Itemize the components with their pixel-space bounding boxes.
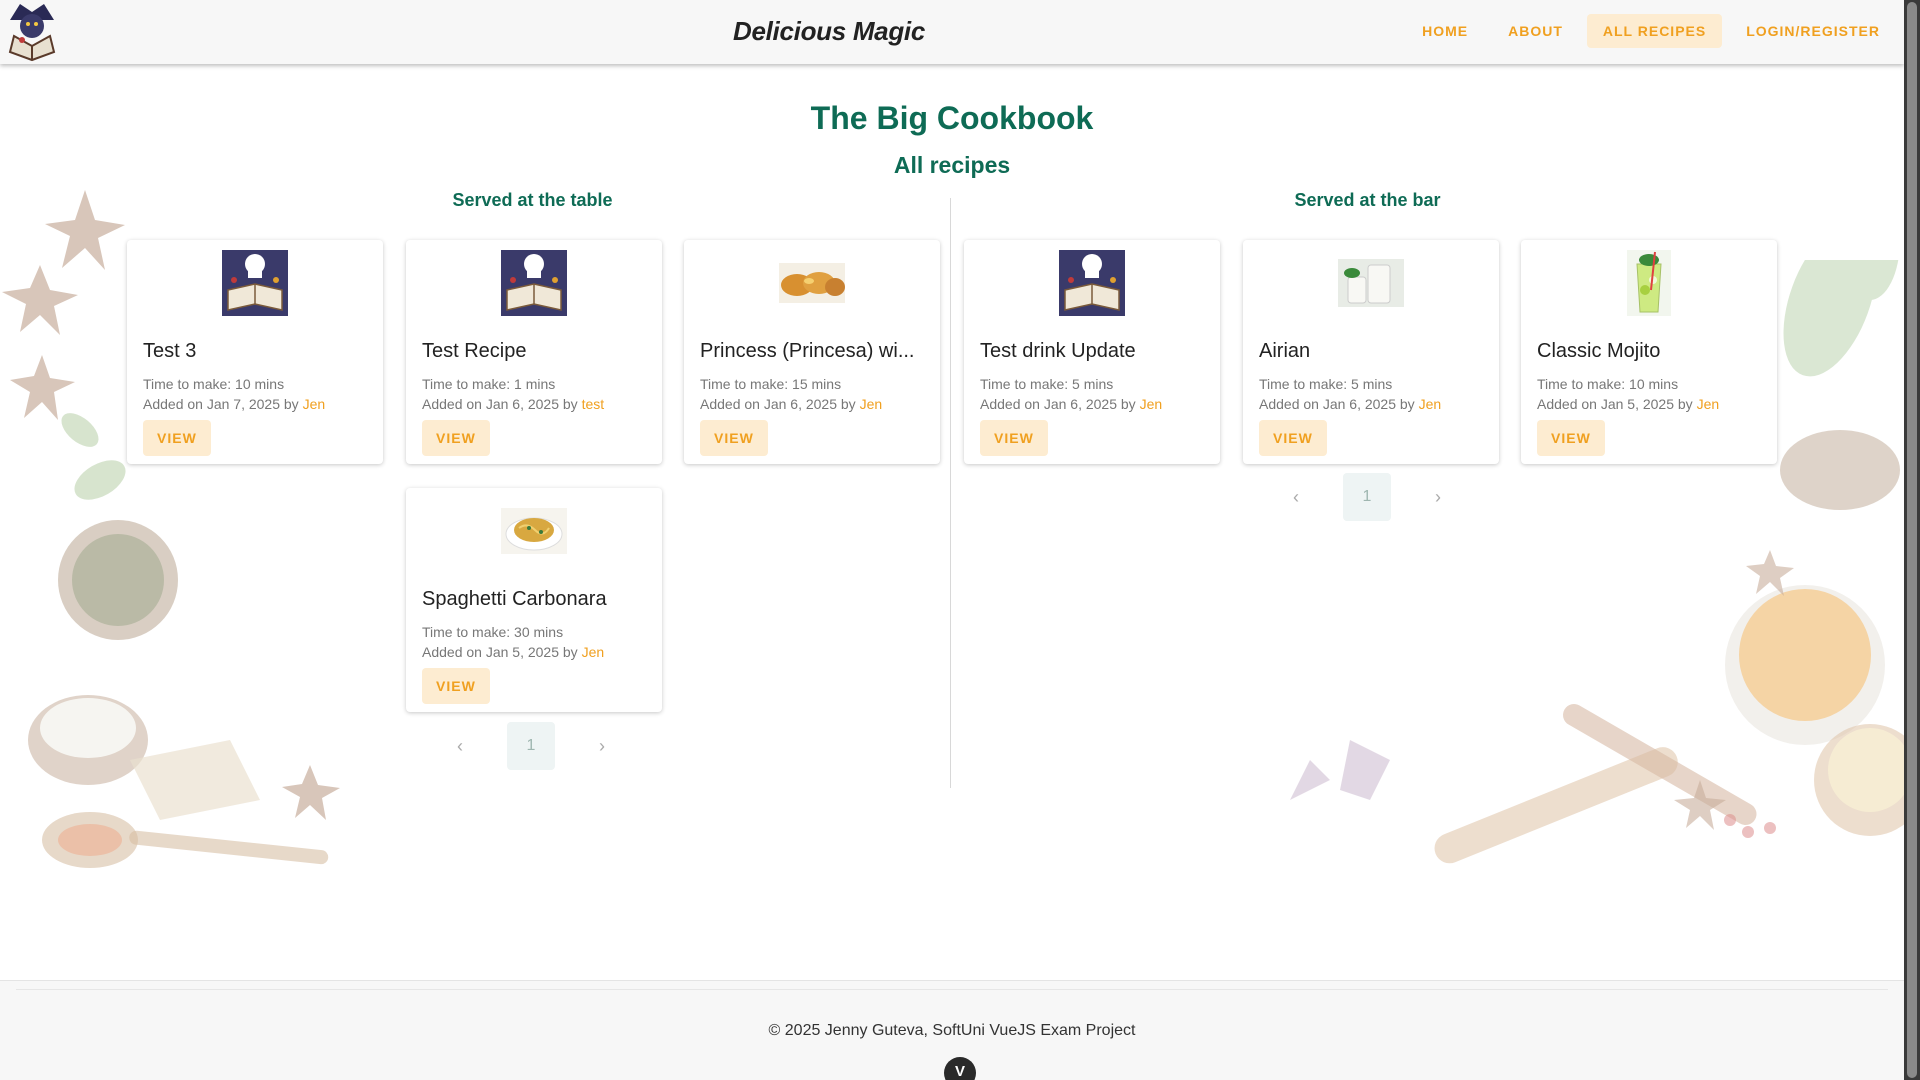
recipe-time: Time to make: 30 mins xyxy=(422,624,564,640)
section-title-table: Served at the table xyxy=(452,190,613,210)
footer-divider xyxy=(16,989,1888,990)
logo-wizard-icon[interactable] xyxy=(2,0,62,62)
recipe-added: Added on Jan 6, 2025 by xyxy=(422,396,578,412)
main-nav: Home About All Recipes Login/Register xyxy=(1406,14,1896,48)
nav-login-register[interactable]: Login/Register xyxy=(1730,14,1896,48)
recipe-author-link[interactable]: Jen xyxy=(582,644,605,660)
recipe-author-link[interactable]: Jen xyxy=(1697,396,1720,412)
pagination-bar: ‹ 1 › xyxy=(1272,473,1462,521)
next-page-icon[interactable]: › xyxy=(1414,473,1462,521)
recipe-author-link[interactable]: Jen xyxy=(1140,396,1163,412)
yogurt-drink-icon xyxy=(1338,250,1404,316)
brand-title[interactable]: Delicious Magic xyxy=(733,16,925,47)
recipe-card: Princess (Princesa) wi... Time to make: … xyxy=(684,240,940,464)
recipe-title: Test 3 xyxy=(143,340,197,362)
recipe-meta: Time to make: 5 mins Added on Jan 6, 202… xyxy=(1259,374,1441,414)
prev-page-icon[interactable]: ‹ xyxy=(436,722,484,770)
recipe-time: Time to make: 10 mins xyxy=(1537,376,1679,392)
recipe-meta: Time to make: 10 mins Added on Jan 5, 20… xyxy=(1537,374,1719,414)
pasta-icon xyxy=(501,498,567,564)
recipe-added: Added on Jan 5, 2025 by xyxy=(422,644,578,660)
toast-icon xyxy=(779,250,845,316)
recipe-added: Added on Jan 6, 2025 by xyxy=(1259,396,1415,412)
nav-all-recipes[interactable]: All Recipes xyxy=(1586,14,1723,48)
view-button[interactable]: VIEW xyxy=(1259,420,1327,456)
book-icon xyxy=(1059,250,1125,316)
view-button[interactable]: VIEW xyxy=(422,668,490,704)
app-root: Delicious Magic Home About All Recipes L… xyxy=(0,0,1904,1080)
recipe-meta: Time to make: 10 mins Added on Jan 7, 20… xyxy=(143,374,325,414)
view-button[interactable]: VIEW xyxy=(1537,420,1605,456)
recipe-meta: Time to make: 30 mins Added on Jan 5, 20… xyxy=(422,622,604,662)
view-button[interactable]: VIEW xyxy=(700,420,768,456)
page-number[interactable]: 1 xyxy=(1343,473,1391,521)
recipe-added: Added on Jan 5, 2025 by xyxy=(1537,396,1693,412)
nav-home[interactable]: Home xyxy=(1406,14,1484,48)
section-divider xyxy=(950,198,951,788)
page-subtitle: All recipes xyxy=(893,152,1011,178)
recipe-title: Spaghetti Carbonara xyxy=(422,588,607,610)
recipe-card: Test 3 Time to make: 10 mins Added on Ja… xyxy=(127,240,383,464)
recipe-added: Added on Jan 6, 2025 by xyxy=(700,396,856,412)
recipe-author-link[interactable]: Jen xyxy=(1419,396,1442,412)
view-button[interactable]: VIEW xyxy=(980,420,1048,456)
recipe-card: Test Recipe Time to make: 1 mins Added o… xyxy=(406,240,662,464)
recipe-added: Added on Jan 7, 2025 by xyxy=(143,396,299,412)
recipe-title: Princess (Princesa) wi... xyxy=(700,340,915,362)
recipe-time: Time to make: 1 mins xyxy=(422,376,556,392)
prev-page-icon[interactable]: ‹ xyxy=(1272,473,1320,521)
book-icon xyxy=(501,250,567,316)
recipe-title: Test Recipe xyxy=(422,340,527,362)
recipe-author-link[interactable]: Jen xyxy=(303,396,326,412)
scrollbar-thumb[interactable] xyxy=(1907,2,1917,1078)
view-button[interactable]: VIEW xyxy=(422,420,490,456)
recipe-time: Time to make: 5 mins xyxy=(980,376,1114,392)
top-navbar: Delicious Magic Home About All Recipes L… xyxy=(0,0,1904,64)
recipe-time: Time to make: 10 mins xyxy=(143,376,285,392)
view-button[interactable]: VIEW xyxy=(143,420,211,456)
recipe-meta: Time to make: 15 mins Added on Jan 6, 20… xyxy=(700,374,882,414)
recipe-title: Test drink Update xyxy=(980,340,1136,362)
recipe-time: Time to make: 5 mins xyxy=(1259,376,1393,392)
recipe-title: Airian xyxy=(1259,340,1311,362)
recipe-title: Classic Mojito xyxy=(1537,340,1661,362)
footer-copyright: © 2025 Jenny Guteva, SoftUni VueJS Exam … xyxy=(768,1022,1136,1039)
recipe-author-link[interactable]: test xyxy=(582,396,605,412)
book-icon xyxy=(222,250,288,316)
nav-about[interactable]: About xyxy=(1492,14,1579,48)
recipe-time: Time to make: 15 mins xyxy=(700,376,842,392)
recipe-card: Airian Time to make: 5 mins Added on Jan… xyxy=(1243,240,1499,464)
recipe-card: Test drink Update Time to make: 5 mins A… xyxy=(964,240,1220,464)
recipe-card: Spaghetti Carbonara Time to make: 30 min… xyxy=(406,488,662,712)
recipe-author-link[interactable]: Jen xyxy=(860,396,883,412)
recipe-card: Classic Mojito Time to make: 10 mins Add… xyxy=(1521,240,1777,464)
recipe-added: Added on Jan 6, 2025 by xyxy=(980,396,1136,412)
pagination-table: ‹ 1 › xyxy=(436,722,626,770)
page-scrollbar[interactable] xyxy=(1904,0,1920,1080)
mojito-icon xyxy=(1616,250,1682,316)
section-title-bar: Served at the bar xyxy=(1294,190,1441,210)
next-page-icon[interactable]: › xyxy=(578,722,626,770)
recipe-meta: Time to make: 5 mins Added on Jan 6, 202… xyxy=(980,374,1162,414)
page-title: The Big Cookbook xyxy=(810,100,1094,136)
recipe-meta: Time to make: 1 mins Added on Jan 6, 202… xyxy=(422,374,604,414)
page-number[interactable]: 1 xyxy=(507,722,555,770)
